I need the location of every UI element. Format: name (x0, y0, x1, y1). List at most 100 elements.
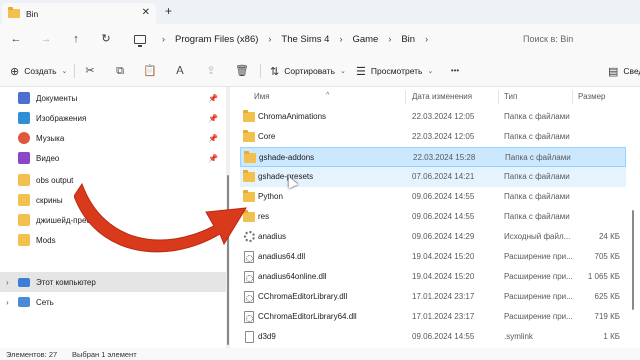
more-options-icon[interactable]: ••• (446, 63, 464, 79)
column-type[interactable]: Тип (504, 92, 517, 101)
file-row[interactable]: Python 09.06.2024 14:55 Папка с файлами (240, 187, 626, 207)
folder-icon (243, 130, 255, 142)
sidebar-item-label: Музыка (36, 133, 65, 143)
file-row[interactable]: CChromaEditorLibrary.dll 17.01.2024 23:17… (240, 287, 626, 307)
file-date: 09.06.2024 14:29 (412, 232, 475, 241)
file-date: 09.06.2024 14:55 (412, 192, 475, 201)
up-button[interactable]: ↑ (68, 31, 84, 47)
file-row[interactable]: gshade-addons 22.03.2024 15:28 Папка с фай… (240, 147, 626, 167)
dll-file-icon (244, 311, 254, 323)
file-date: 17.01.2024 23:17 (412, 312, 475, 321)
pin-icon[interactable]: 📌 (208, 154, 218, 163)
chevron-right-icon[interactable]: › (339, 34, 342, 44)
new-tab-button[interactable]: + (165, 4, 172, 18)
create-button[interactable]: ⊕ Создать ⌄ (10, 63, 67, 79)
folder-icon (8, 7, 20, 18)
file-list: ^ Имя Дата изменения Тип Размер ChromaAn… (232, 87, 640, 348)
sort-button[interactable]: ⇅ Сортировать ⌄ (270, 63, 346, 79)
sidebar-item-label: Этот компьютер (36, 277, 96, 287)
column-divider[interactable] (572, 90, 573, 104)
sidebar-item-music[interactable]: Музыка 📌 (0, 128, 226, 148)
breadcrumb-the-sims-4[interactable]: The Sims 4 (281, 34, 329, 45)
forward-button[interactable]: → (38, 31, 54, 47)
file-row[interactable]: CChromaEditorLibrary64.dll 17.01.2024 23:… (240, 307, 626, 327)
file-date: 09.06.2024 14:55 (412, 332, 475, 341)
sort-caret-icon: ^ (326, 92, 330, 99)
chevron-right-icon[interactable]: › (425, 34, 428, 44)
pin-icon[interactable]: 📌 (208, 134, 218, 143)
close-tab-icon[interactable]: ✕ (142, 7, 150, 18)
sidebar-item-documents[interactable]: Документы 📌 (0, 88, 226, 108)
sort-label: Сортировать (284, 66, 336, 76)
file-size: 719 КБ (594, 312, 620, 321)
sidebar-item-network[interactable]: › Сеть (0, 292, 226, 312)
cut-icon[interactable]: ✂ (82, 63, 98, 79)
pictures-icon (18, 112, 30, 124)
file-list-scrollbar-thumb[interactable] (632, 210, 634, 310)
file-date: 22.03.2024 12:05 (412, 112, 475, 121)
file-row[interactable]: d3d9 09.06.2024 14:55 .symlink 1 КБ (240, 327, 626, 347)
file-type: Исходный файл... (504, 232, 571, 241)
breadcrumb-bin[interactable]: Bin (401, 34, 415, 45)
folder-icon (18, 214, 30, 226)
file-name: anadius (258, 232, 287, 241)
copy-icon[interactable]: ⧉ (112, 63, 128, 79)
rename-icon[interactable]: Ａ (172, 63, 188, 79)
chevron-right-icon[interactable]: › (6, 278, 9, 287)
divider (260, 64, 261, 78)
tab-bin[interactable]: Bin ✕ (2, 3, 156, 24)
file-row[interactable]: Core 22.03.2024 12:05 Папка с файлами (240, 127, 626, 147)
view-button[interactable]: ☰ Просмотреть ⌄ (356, 63, 433, 79)
sidebar-item-label: Mods (36, 235, 56, 245)
sidebar-item-pictures[interactable]: Изображения 📌 (0, 108, 226, 128)
file-date: 17.01.2024 23:17 (412, 292, 475, 301)
sidebar-item-label: скрины (36, 195, 63, 205)
column-divider[interactable] (498, 90, 499, 104)
file-type: .symlink (504, 332, 533, 341)
view-label: Просмотреть (370, 66, 423, 76)
folder-icon (243, 110, 255, 122)
address-bar[interactable]: › Program Files (x86) › The Sims 4 › Gam… (124, 27, 504, 51)
sidebar-item-this-pc[interactable]: › Этот компьютер (0, 272, 226, 292)
column-date[interactable]: Дата изменения (412, 92, 472, 101)
details-pane-button[interactable]: ▤ Сведения (608, 63, 640, 79)
refresh-button[interactable]: ↻ (98, 31, 114, 47)
pin-icon[interactable]: 📌 (208, 94, 218, 103)
sidebar-item-label: Видео (36, 153, 60, 163)
file-row[interactable]: anadius 09.06.2024 14:29 Исходный файл... 2… (240, 227, 626, 247)
file-size: 625 КБ (594, 292, 620, 301)
chevron-right-icon[interactable]: › (6, 298, 9, 307)
file-date: 07.06.2024 14:21 (412, 172, 475, 181)
file-row[interactable]: anadius64.dll 19.04.2024 15:20 Расширение … (240, 247, 626, 267)
file-row[interactable]: ChromaAnimations 22.03.2024 12:05 Папка с … (240, 107, 626, 127)
breadcrumb-program-files[interactable]: Program Files (x86) (175, 34, 258, 45)
column-divider[interactable] (405, 90, 406, 104)
create-label: Создать (24, 66, 57, 76)
file-name: anadius64.dll (258, 252, 306, 261)
breadcrumb-game[interactable]: Game (352, 34, 378, 45)
pin-icon[interactable]: 📌 (208, 114, 218, 123)
folder-icon (18, 174, 30, 186)
file-row[interactable]: anadius64online.dll 19.04.2024 15:20 Расши… (240, 267, 626, 287)
status-bar: Элементов: 27 Выбран 1 элемент (0, 348, 640, 360)
chevron-right-icon[interactable]: › (268, 34, 271, 44)
file-name: CChromaEditorLibrary64.dll (258, 312, 357, 321)
share-icon[interactable]: ⇪ (203, 63, 219, 79)
back-button[interactable]: ← (8, 31, 24, 47)
chevron-right-icon[interactable]: › (388, 34, 391, 44)
column-size[interactable]: Размер (578, 92, 606, 101)
file-type: Папка с файлами (504, 192, 570, 201)
delete-icon[interactable]: 🗑 (234, 63, 250, 79)
file-type: Расширение при... (504, 272, 573, 281)
file-name: gshade-addons (259, 153, 315, 162)
column-name[interactable]: Имя (254, 92, 270, 101)
paste-icon[interactable]: 📋 (142, 63, 158, 79)
file-date: 19.04.2024 15:20 (412, 272, 475, 281)
file-name: Core (258, 132, 276, 141)
file-name: CChromaEditorLibrary.dll (258, 292, 348, 301)
search-input[interactable]: Поиск в: Bin (513, 30, 640, 48)
dll-file-icon (244, 291, 254, 303)
divider (74, 64, 75, 78)
file-row[interactable]: res 09.06.2024 14:55 Папка с файлами (240, 207, 626, 227)
file-list-scrollbar[interactable] (628, 87, 640, 348)
